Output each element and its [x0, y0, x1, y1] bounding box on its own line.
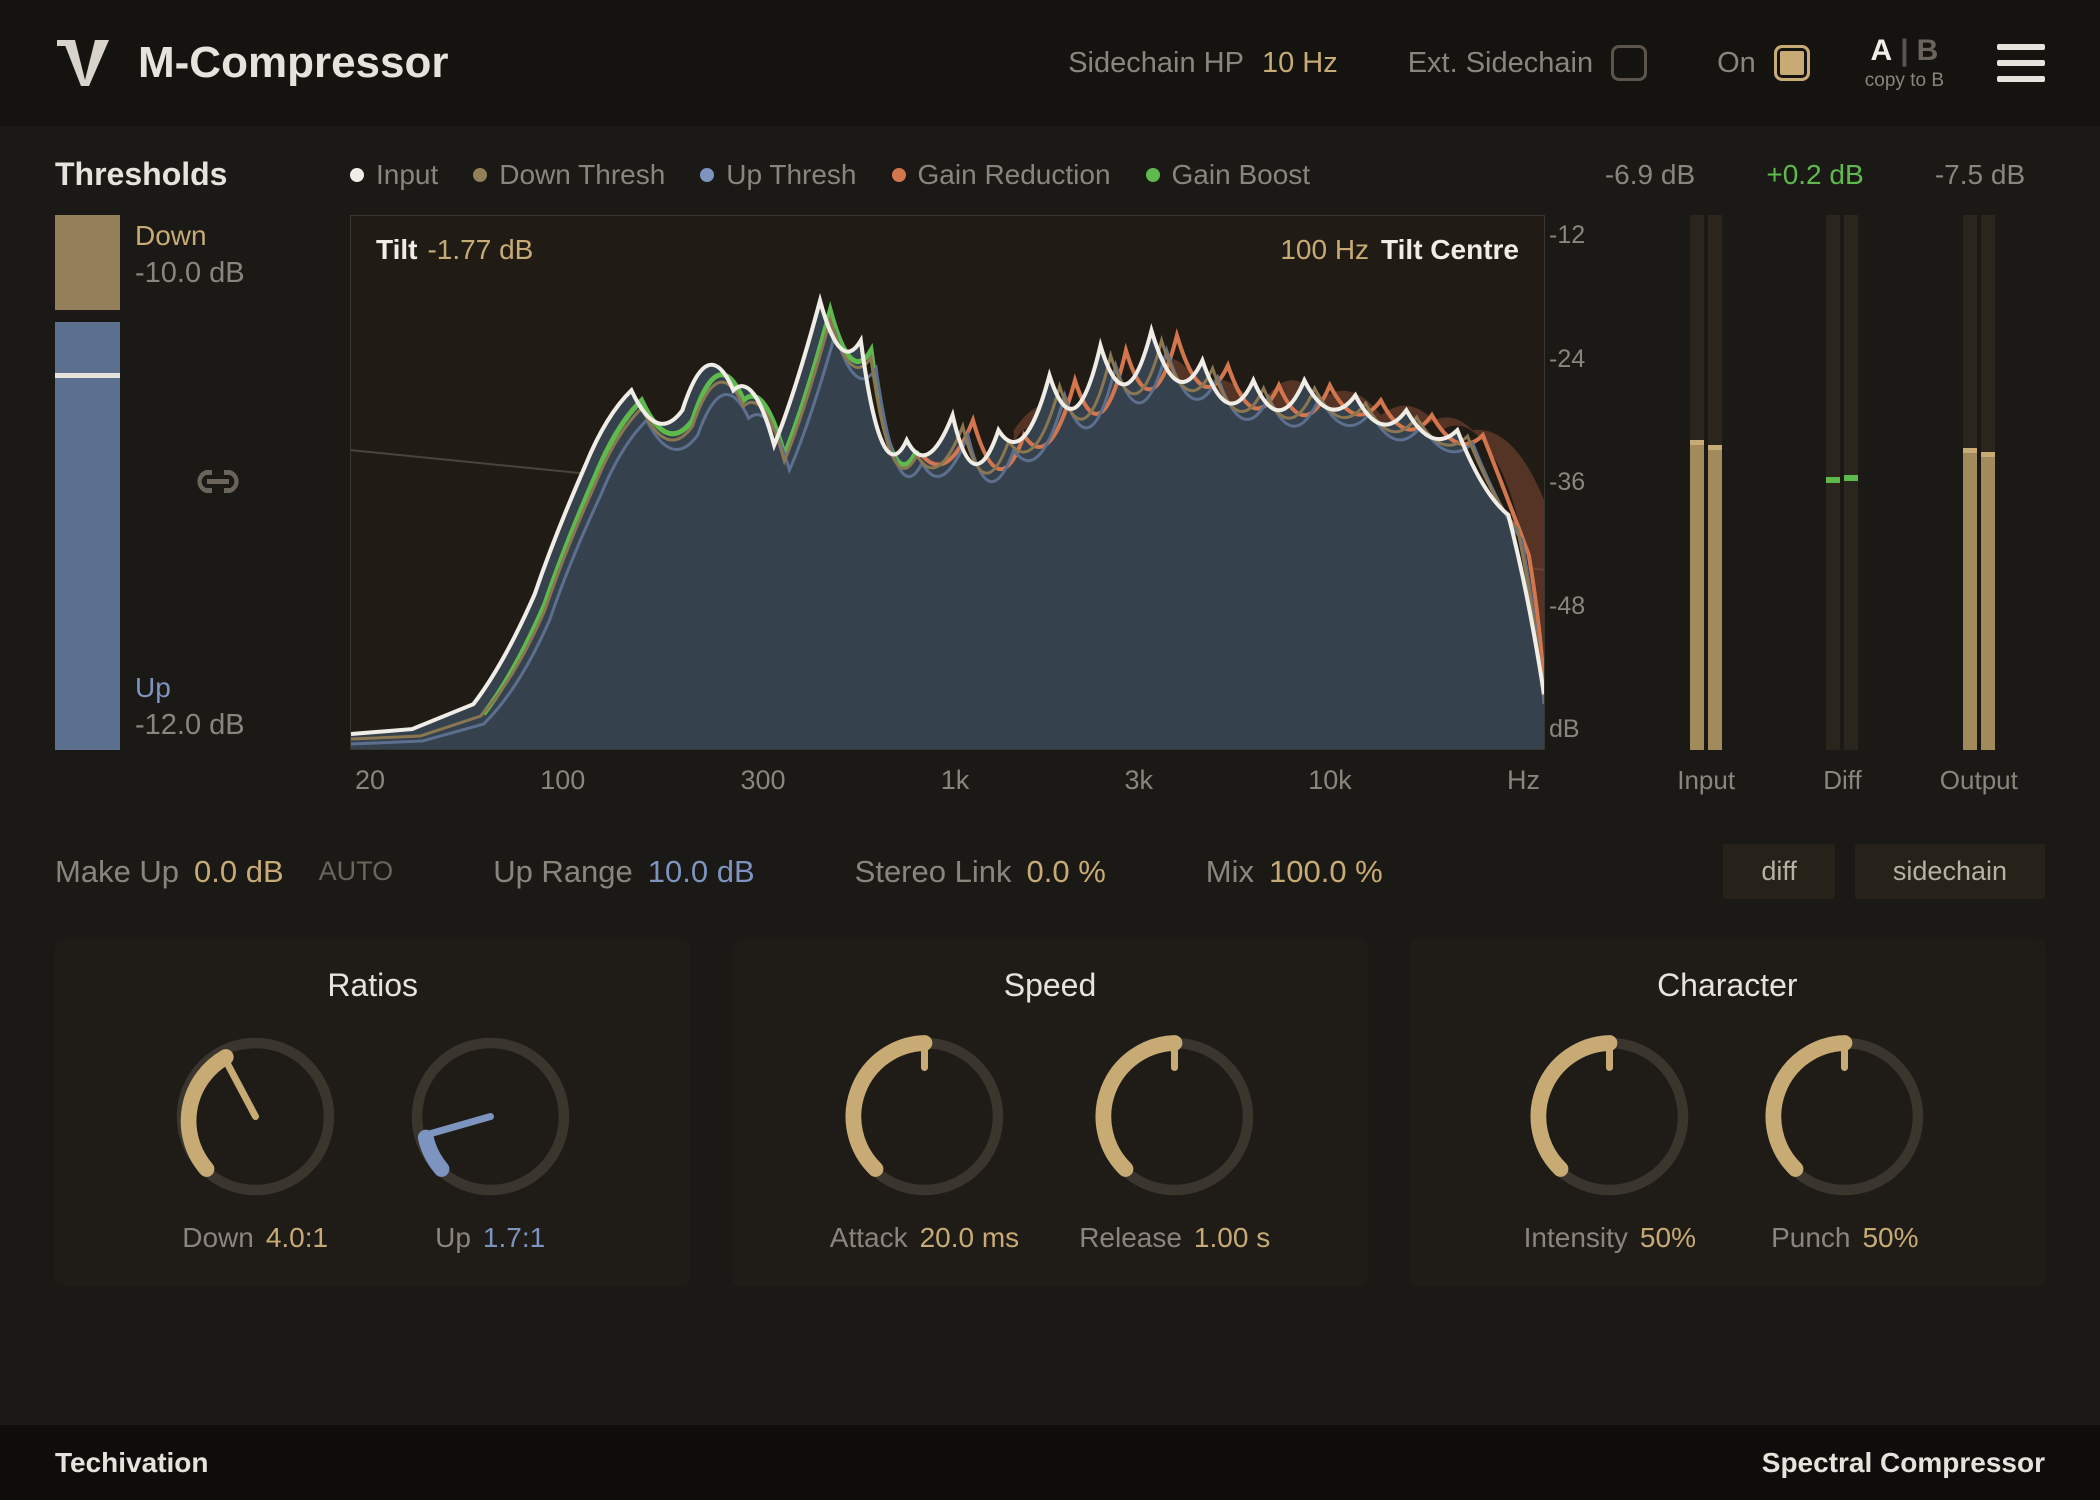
y-axis-labels: -12 -24 -36 -48 dB	[1549, 216, 1609, 749]
punch-knob[interactable]	[1757, 1029, 1932, 1204]
punch-value[interactable]: 50%	[1862, 1222, 1918, 1254]
speed-panel: Speed Attack20.0 ms	[732, 939, 1367, 1286]
output-meter-label: Output	[1940, 765, 2018, 796]
legend-gain-boost: Gain Boost	[1146, 159, 1311, 191]
release-value[interactable]: 1.00 s	[1194, 1222, 1270, 1254]
output-meter	[1963, 215, 1995, 750]
attack-knob[interactable]	[837, 1029, 1012, 1204]
up-ratio-knob[interactable]	[403, 1029, 578, 1204]
ab-separator: |	[1900, 34, 1908, 68]
intensity-value[interactable]: 50%	[1640, 1222, 1696, 1254]
down-thresh-value[interactable]: -10.0 dB	[135, 257, 330, 290]
plugin-title: M-Compressor	[138, 38, 449, 88]
mix-value[interactable]: 100.0 %	[1269, 854, 1383, 890]
up-thresh-value[interactable]: -12.0 dB	[135, 709, 330, 742]
stereo-link-value[interactable]: 0.0 %	[1026, 854, 1105, 890]
diff-meter-label: Diff	[1823, 765, 1862, 796]
on-label: On	[1717, 47, 1756, 80]
uprange-label: Up Range	[493, 854, 633, 890]
spectrum-display[interactable]: Tilt -1.77 dB 100 Hz Tilt Centre	[350, 215, 1545, 750]
tilt-value[interactable]: -1.77 dB	[427, 234, 533, 265]
intensity-knob[interactable]	[1522, 1029, 1697, 1204]
thresholds-heading: Thresholds	[55, 156, 315, 193]
input-db-reading: -6.9 dB	[1585, 159, 1715, 191]
up-ratio-value[interactable]: 1.7:1	[483, 1222, 545, 1254]
legend-up-thresh: Up Thresh	[700, 159, 856, 191]
ext-sidechain-label: Ext. Sidechain	[1408, 47, 1593, 80]
legend-gain-reduction: Gain Reduction	[892, 159, 1111, 191]
uprange-value[interactable]: 10.0 dB	[648, 854, 755, 890]
ratios-title: Ratios	[327, 967, 418, 1004]
legend-input: Input	[350, 159, 438, 191]
tilt-centre-label: Tilt Centre	[1381, 234, 1519, 265]
speed-title: Speed	[1004, 967, 1097, 1004]
sidechain-hp-label: Sidechain HP	[1068, 47, 1244, 80]
link-icon[interactable]	[189, 464, 247, 499]
down-ratio-knob[interactable]	[168, 1029, 343, 1204]
diff-button[interactable]: diff	[1723, 844, 1835, 899]
release-knob[interactable]	[1087, 1029, 1262, 1204]
footer-product: Spectral Compressor	[1762, 1447, 2045, 1479]
character-panel: Character Intensity50%	[1410, 939, 2045, 1286]
sidechain-button[interactable]: sidechain	[1855, 844, 2045, 899]
input-meter	[1690, 215, 1722, 750]
makeup-value[interactable]: 0.0 dB	[194, 854, 284, 890]
ab-slot-b[interactable]: B	[1917, 34, 1939, 68]
tilt-label: Tilt	[376, 234, 417, 265]
up-thresh-label: Up	[135, 672, 330, 704]
down-ratio-value[interactable]: 4.0:1	[266, 1222, 328, 1254]
diff-db-reading: +0.2 dB	[1750, 159, 1880, 191]
auto-button[interactable]: AUTO	[319, 856, 394, 887]
input-meter-label: Input	[1677, 765, 1735, 796]
tilt-centre-value[interactable]: 100 Hz	[1280, 234, 1369, 265]
output-db-reading: -7.5 dB	[1915, 159, 2045, 191]
down-thresh-label: Down	[135, 220, 330, 252]
footer-brand: Techivation	[55, 1447, 209, 1479]
on-checkbox[interactable]	[1774, 45, 1810, 81]
ratios-panel: Ratios Down4.0:1	[55, 939, 690, 1286]
character-title: Character	[1657, 967, 1798, 1004]
menu-icon[interactable]	[1997, 44, 2045, 82]
makeup-label: Make Up	[55, 854, 179, 890]
sidechain-hp-value[interactable]: 10 Hz	[1262, 47, 1338, 80]
copy-to-b-button[interactable]: copy to B	[1865, 70, 1944, 92]
diff-meter	[1826, 215, 1858, 750]
legend-down-thresh: Down Thresh	[473, 159, 665, 191]
brand-logo-icon	[55, 38, 115, 88]
ab-slot-a[interactable]: A	[1871, 34, 1893, 68]
attack-value[interactable]: 20.0 ms	[920, 1222, 1020, 1254]
stereo-link-label: Stereo Link	[855, 854, 1012, 890]
x-axis-labels: 20 100 300 1k 3k 10k Hz	[350, 765, 1545, 796]
mix-label: Mix	[1206, 854, 1254, 890]
ext-sidechain-checkbox[interactable]	[1611, 45, 1647, 81]
threshold-slider[interactable]	[55, 215, 120, 750]
